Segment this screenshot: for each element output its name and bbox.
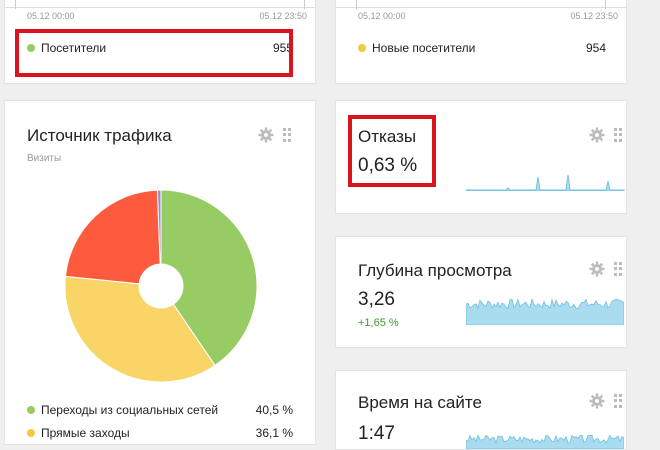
yellow-dot-icon <box>358 44 366 52</box>
gear-icon[interactable] <box>589 393 605 409</box>
time-title: Время на сайте <box>358 393 482 412</box>
legend-value: 36,1 % <box>255 426 293 440</box>
legend-value: 40,5 % <box>255 403 293 417</box>
drag-handle-icon[interactable] <box>614 262 622 276</box>
time-sparkline <box>466 434 624 449</box>
highlight-frame <box>15 29 293 77</box>
time-end: 05.12 23:50 <box>259 11 307 21</box>
sparkline-area <box>466 434 624 449</box>
legend-label: Новые посетители <box>372 41 476 55</box>
legend-item-direct[interactable]: Прямые заходы <box>27 426 130 440</box>
traffic-source-card: Источник трафика Визиты Переходы из соци… <box>4 100 316 445</box>
legend-item-social[interactable]: Переходы из социальных сетей <box>27 403 218 417</box>
gear-icon[interactable] <box>589 127 605 143</box>
legend-item-new-visitors[interactable]: Новые посетители <box>358 41 475 55</box>
traffic-title: Источник трафика <box>27 126 172 145</box>
axis-tick <box>15 0 16 9</box>
traffic-pie-chart <box>64 189 258 383</box>
depth-value: 3,26 <box>358 289 395 310</box>
time-value: 1:47 <box>358 423 395 444</box>
bounce-card: Отказы 0,63 % <box>335 100 627 214</box>
gear-icon[interactable] <box>258 127 274 143</box>
time-end: 05.12 23:50 <box>570 11 618 21</box>
drag-handle-icon[interactable] <box>614 394 622 408</box>
sparkline-area <box>466 297 624 325</box>
drag-handle-icon[interactable] <box>283 128 291 142</box>
bounce-sparkline <box>466 174 625 191</box>
chart-baseline <box>5 0 315 8</box>
highlight-frame <box>348 115 436 187</box>
axis-tick <box>304 0 305 9</box>
depth-card: Глубина просмотра 3,26 +1,65 % <box>335 236 627 348</box>
chart-baseline <box>336 0 626 8</box>
depth-title: Глубина просмотра <box>358 261 512 280</box>
yellow-dot-icon <box>27 429 35 437</box>
green-dot-icon <box>27 406 35 414</box>
visitors-card: 05.12 00:00 05.12 23:50 Посетители 955 <box>4 0 316 84</box>
legend-label: Прямые заходы <box>41 426 130 440</box>
axis-tick <box>605 0 606 9</box>
time-start: 05.12 00:00 <box>358 11 406 21</box>
legend-value: 954 <box>585 41 606 55</box>
axis-tick <box>356 0 357 9</box>
time-start: 05.12 00:00 <box>27 11 75 21</box>
new-visitors-card: 05.12 00:00 05.12 23:50 Новые посетители… <box>335 0 627 84</box>
pie-slice[interactable] <box>64 189 161 285</box>
depth-delta: +1,65 % <box>358 317 399 329</box>
drag-handle-icon[interactable] <box>614 128 622 142</box>
depth-sparkline <box>466 297 624 325</box>
time-on-site-card: Время на сайте 1:47 <box>335 370 627 450</box>
gear-icon[interactable] <box>589 261 605 277</box>
traffic-subtitle: Визиты <box>27 153 62 164</box>
legend-label: Переходы из социальных сетей <box>41 403 219 417</box>
